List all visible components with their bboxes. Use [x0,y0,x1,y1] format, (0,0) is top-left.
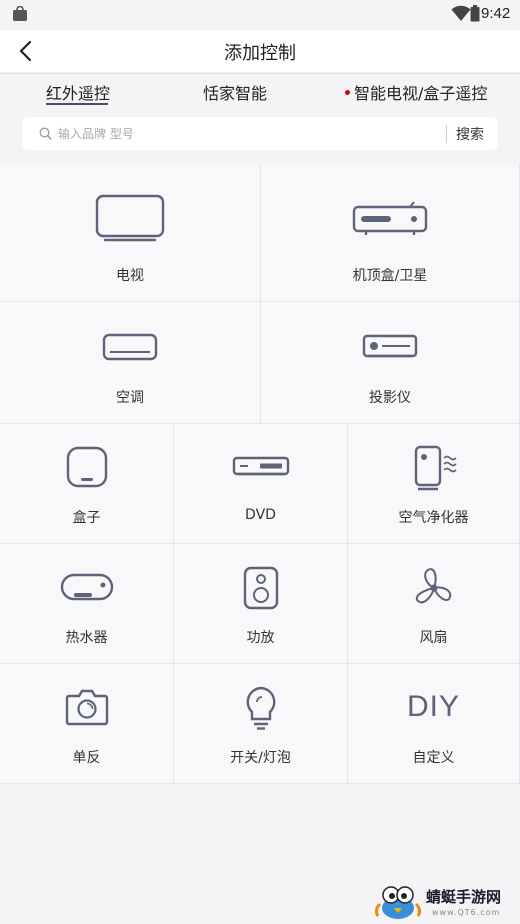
device-water-heater[interactable]: 热水器 [0,544,174,664]
device-set-top-box[interactable]: 机顶盒/卫星 [261,163,520,302]
device-label: 自定义 [412,750,455,766]
shopping-bag-icon [13,6,27,21]
device-label: 风扇 [419,630,448,646]
tab-bar: 红外遥控 恬家智能 智能电视/盒子遥控 [0,73,520,107]
status-bar: 9:42 [0,0,520,30]
amplifier-icon [243,566,278,610]
fan-icon [415,568,451,604]
new-badge-dot [345,90,350,95]
search-icon [39,127,52,140]
device-label: 盒子 [72,510,101,526]
page-title: 添加控制 [224,43,296,64]
device-label: 电视 [116,268,144,284]
projector-icon [362,334,418,358]
light-bulb-icon [246,686,275,730]
device-fan[interactable]: 风扇 [348,544,520,664]
device-box[interactable]: 盒子 [0,424,174,544]
device-custom[interactable]: DIY 自定义 [348,664,520,784]
app-header: 添加控制 [0,30,520,72]
wifi-icon [451,5,471,21]
water-heater-icon [60,573,113,601]
watermark: 蜻蜓手游网 www.QT6.com [374,882,501,922]
device-label: 空气净化器 [398,510,469,526]
watermark-text: 蜻蜓手游网 [426,888,502,906]
camera-icon [65,689,108,726]
search-input[interactable] [58,123,448,145]
air-conditioner-icon [102,333,158,361]
set-top-box-icon [352,201,428,235]
air-purifier-icon [414,445,457,491]
device-air-purifier[interactable]: 空气净化器 [348,424,520,544]
device-label: 单反 [72,750,101,766]
device-projector[interactable]: 投影仪 [261,302,520,424]
search-divider [446,125,447,143]
dvd-icon [232,456,289,476]
device-label: DVD [245,507,276,523]
device-dvd[interactable]: DVD [174,424,348,544]
device-air-conditioner[interactable]: 空调 [0,302,261,424]
device-label: 开关/灯泡 [230,750,291,766]
box-icon [66,446,107,488]
search-button[interactable]: 搜索 [456,124,484,144]
battery-icon [470,5,480,22]
active-tab-indicator [46,103,108,105]
search-bar: 搜索 [22,117,498,150]
device-tv[interactable]: 电视 [0,163,261,302]
device-camera[interactable]: 单反 [0,664,174,784]
dragonfly-logo-icon [374,886,422,919]
clock: 9:42 [481,5,511,22]
watermark-url: www.QT6.com [432,908,501,917]
diy-icon: DIY [406,690,460,723]
device-label: 功放 [246,630,275,646]
device-label: 机顶盒/卫星 [352,268,428,284]
tv-icon [95,194,165,242]
device-label: 空调 [116,390,144,406]
device-light-bulb[interactable]: 开关/灯泡 [174,664,348,784]
tab-smart-tv-label: 智能电视/盒子遥控 [354,84,488,103]
tab-tianjia-smart[interactable]: 恬家智能 [203,80,267,104]
tab-infrared-remote[interactable]: 红外遥控 [46,80,110,104]
device-label: 投影仪 [369,390,411,406]
device-label: 热水器 [65,630,108,646]
tab-smart-tv-box-remote[interactable]: 智能电视/盒子遥控 [345,80,487,104]
device-amplifier[interactable]: 功放 [174,544,348,664]
